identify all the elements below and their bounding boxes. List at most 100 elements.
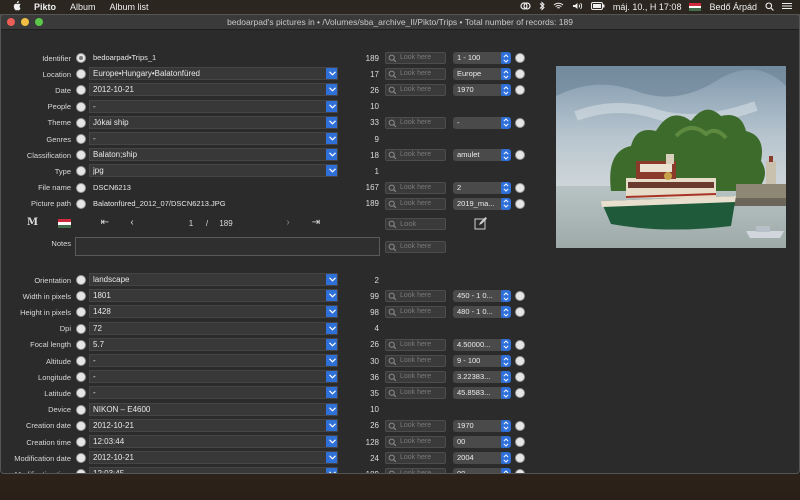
picture-path-radio[interactable] [76,198,86,209]
creation-time-filter-radio[interactable] [515,437,525,447]
altitude-field[interactable]: - [89,354,338,367]
device-field[interactable]: NIKON – E4600 [89,402,338,416]
notes-field[interactable] [75,237,380,256]
next-record-button[interactable]: › [282,217,294,228]
volume-icon[interactable] [572,2,583,12]
altitude-filter-radio[interactable] [515,356,525,366]
width-in-pixels-radio[interactable] [76,291,86,302]
dropdown-arrow-icon[interactable] [326,165,337,177]
m-button[interactable]: M [27,217,38,228]
last-record-button[interactable]: ⇥ [309,217,323,228]
spotlight-search-icon[interactable] [765,1,774,13]
apple-menu-icon[interactable] [10,0,22,14]
dropdown-arrow-icon[interactable] [326,290,337,302]
hungarian-flag-icon[interactable] [58,219,71,228]
width-in-pixels-field[interactable]: 1801 [89,289,338,303]
date-filter-radio[interactable] [515,85,525,96]
location-field[interactable]: Europe•Hungary•Balatonfüred [89,67,338,81]
latitude-search-input[interactable]: Look here [385,387,446,400]
location-filter-popup[interactable]: Europe [453,68,511,81]
dropdown-arrow-icon[interactable] [326,274,337,285]
people-field[interactable]: - [89,99,338,113]
current-record-number[interactable]: 1 [181,219,201,228]
modification-time-radio[interactable] [76,469,86,473]
latitude-radio[interactable] [76,388,86,399]
dropdown-arrow-icon[interactable] [326,371,337,383]
dropdown-arrow-icon[interactable] [326,84,337,96]
date-search-input[interactable]: Look here [385,84,446,97]
file-name-filter-popup[interactable]: 2 [453,181,511,194]
focal-length-search-input[interactable]: Look here [385,338,446,351]
height-in-pixels-filter-popup[interactable]: 480 - 1 0... [453,306,511,319]
dropdown-arrow-icon[interactable] [326,338,337,350]
classification-radio[interactable] [76,150,86,161]
modification-time-filter-radio[interactable] [515,469,525,473]
modification-date-radio[interactable] [76,453,86,464]
focal-length-filter-popup[interactable]: 4.50000... [453,338,511,351]
bluetooth-icon[interactable] [539,1,545,13]
type-radio[interactable] [76,166,86,177]
menubar-datetime[interactable]: máj. 10., H 17:08 [613,2,682,12]
altitude-search-input[interactable]: Look here [385,355,446,367]
dropdown-arrow-icon[interactable] [326,322,337,334]
picture-path-search-input[interactable]: Look here [385,197,446,210]
battery-icon[interactable] [590,2,605,12]
edit-icon[interactable] [474,217,487,230]
focal-length-radio[interactable] [76,339,86,350]
date-filter-popup[interactable]: 1970 [453,84,511,97]
longitude-search-input[interactable]: Look here [385,371,446,384]
creation-date-filter-popup[interactable]: 1970 [453,419,511,432]
minimize-window-button[interactable] [21,18,29,26]
latitude-filter-popup[interactable]: 45.8583... [453,387,511,400]
menubar-user[interactable]: Bedő Árpád [709,2,757,12]
dropdown-arrow-icon[interactable] [326,100,337,112]
identifier-field[interactable]: bedoarpad•Trips_1 [89,51,338,64]
latitude-filter-radio[interactable] [515,388,525,399]
focal-length-filter-radio[interactable] [515,339,525,350]
file-name-radio[interactable] [76,182,86,193]
picture-path-filter-radio[interactable] [515,198,525,209]
creation-date-search-input[interactable]: Look here [385,419,446,432]
stepper-arrows-icon[interactable] [501,116,511,129]
height-in-pixels-search-input[interactable]: Look here [385,306,446,319]
classification-search-input[interactable]: Look here [385,149,446,162]
zoom-window-button[interactable] [35,18,43,26]
creation-date-filter-radio[interactable] [515,420,525,431]
dropdown-arrow-icon[interactable] [326,306,337,318]
control-center-icon[interactable] [782,2,792,12]
picture-path-field[interactable]: Balatonfüred_2012_07/DSCN6213.JPG [89,197,338,210]
stepper-arrows-icon[interactable] [501,355,511,367]
previous-record-button[interactable]: ‹ [126,217,138,228]
device-radio[interactable] [76,404,86,415]
creation-time-filter-popup[interactable]: 00 [453,436,511,448]
creation-date-field[interactable]: 2012-10-21 [89,418,338,432]
longitude-field[interactable]: - [89,370,338,384]
genres-radio[interactable] [76,134,86,144]
creation-time-radio[interactable] [76,437,86,447]
dropdown-arrow-icon[interactable] [326,452,337,464]
stepper-arrows-icon[interactable] [501,181,511,194]
identifier-radio[interactable] [76,53,86,63]
dropdown-arrow-icon[interactable] [326,419,337,431]
stepper-arrows-icon[interactable] [501,338,511,351]
location-filter-radio[interactable] [515,69,525,80]
location-radio[interactable] [76,69,86,80]
theme-search-input[interactable]: Look here [385,116,446,129]
focal-length-field[interactable]: 5.7 [89,337,338,351]
stepper-arrows-icon[interactable] [501,52,511,64]
identifier-search-input[interactable]: Look here [385,52,446,64]
dropdown-arrow-icon[interactable] [326,403,337,415]
menu-album-list[interactable]: Album list [110,2,149,12]
modification-date-filter-radio[interactable] [515,453,525,464]
longitude-radio[interactable] [76,372,86,383]
modification-date-field[interactable]: 2012-10-21 [89,451,338,465]
stepper-arrows-icon[interactable] [501,306,511,319]
longitude-filter-radio[interactable] [515,372,525,383]
dpi-radio[interactable] [76,323,86,334]
app-menu-pikto[interactable]: Pikto [34,2,56,12]
theme-filter-popup[interactable]: - [453,116,511,129]
modification-date-search-input[interactable]: Look here [385,452,446,465]
height-in-pixels-radio[interactable] [76,307,86,318]
classification-filter-radio[interactable] [515,150,525,161]
dpi-field[interactable]: 72 [89,321,338,335]
